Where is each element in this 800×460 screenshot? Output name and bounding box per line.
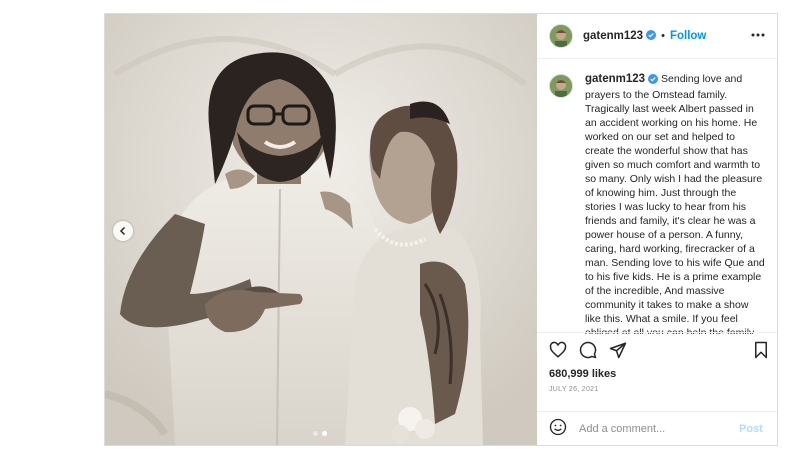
caption-username[interactable]: gatenm123 [585,73,645,85]
post-image [105,14,537,445]
caption-text: Sending love and prayers to the Omstead … [585,73,765,334]
carousel-dot-active [322,431,327,436]
username[interactable]: gatenm123 [583,30,643,42]
caption-area: gatenm123 Sending love and prayers to th… [537,72,777,334]
likes-count[interactable]: 680,999 likes [549,368,616,380]
carousel-dot [313,431,318,436]
post-comment-button[interactable]: Post [739,423,763,435]
post-modal: gatenm123 • Follow gatenm123 Sending lov… [104,13,778,446]
verified-badge-icon [646,27,657,45]
separator-dot: • [661,30,665,42]
verified-badge-icon [648,74,659,88]
chevron-left-icon [119,226,126,236]
caption: gatenm123 Sending love and prayers to th… [585,72,767,334]
avatar-image [550,25,572,47]
more-options-icon[interactable] [751,28,765,47]
action-bar [537,332,777,369]
caption-avatar[interactable] [549,74,573,98]
share-icon[interactable] [609,341,627,364]
comment-bar: Post [537,411,777,446]
avatar[interactable] [549,24,573,48]
follow-button[interactable]: Follow [670,30,706,42]
post-sidebar: gatenm123 • Follow gatenm123 Sending lov… [537,14,777,445]
avatar-image [550,75,572,97]
post-photo[interactable] [105,14,537,445]
post-date[interactable]: JULY 26, 2021 [549,386,599,393]
comment-icon[interactable] [579,341,597,364]
emoji-icon[interactable] [549,418,567,441]
post-header: gatenm123 • Follow [537,14,777,59]
comment-input[interactable] [577,422,731,436]
carousel-prev-button[interactable] [113,221,133,241]
heart-icon[interactable] [549,341,567,364]
bookmark-icon[interactable] [753,341,769,364]
carousel-indicator [313,431,327,436]
